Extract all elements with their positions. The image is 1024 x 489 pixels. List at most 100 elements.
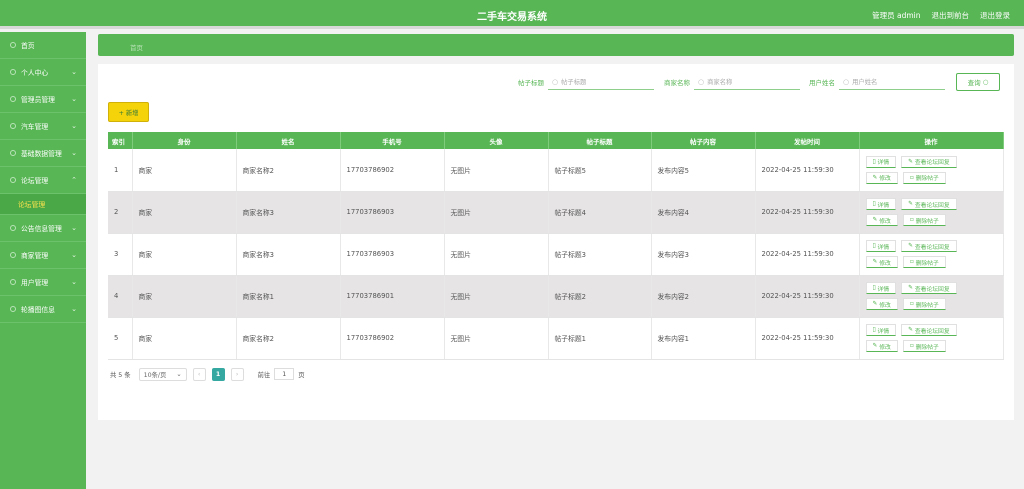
table-cell: 商家: [132, 149, 237, 192]
sidebar-item-base-data[interactable]: 基础数据管理 ⌄: [0, 140, 86, 167]
query-button[interactable]: 查询 ○: [956, 73, 1000, 91]
search-icon: ○: [843, 77, 850, 86]
shop-icon: [10, 252, 16, 258]
sidebar-item-forum[interactable]: 论坛管理 ⌃: [0, 167, 86, 194]
sidebar-item-merchants[interactable]: 商家管理 ⌄: [0, 242, 86, 269]
sidebar-item-notices[interactable]: 公告信息管理 ⌄: [0, 215, 86, 242]
table-cell: 2022-04-25 11:59:30: [755, 233, 860, 276]
table-cell: 17703786902: [340, 317, 445, 360]
sidebar-item-cars[interactable]: 汽车管理 ⌄: [0, 113, 86, 140]
table-cell: 17703786902: [340, 149, 445, 192]
detail-button[interactable]: ▯ 详情: [865, 155, 897, 168]
view-replies-button[interactable]: ✎ 查看论坛回复: [901, 155, 957, 168]
chevron-down-icon: ⌄: [176, 370, 182, 378]
table-cell: 商家: [132, 317, 237, 360]
sidebar: 首页 个人中心 ⌄ 管理员管理 ⌄ 汽车管理 ⌄ 基础数据管理 ⌄ 论坛管理 ⌃ 论坛管理…: [0, 32, 86, 489]
post-title-input[interactable]: ○ 帖子标题: [548, 74, 654, 90]
sidebar-item-label: 论坛管理: [21, 177, 49, 185]
delete-post-button[interactable]: ▫ 删除帖子: [902, 256, 946, 268]
delete-post-button[interactable]: ▫ 删除帖子: [902, 214, 946, 226]
username-placeholder: 用户姓名: [852, 79, 878, 86]
action-row: ▯ 详情 ✎ 查看论坛回复: [865, 240, 1003, 252]
detail-button[interactable]: ▯ 详情: [865, 198, 897, 210]
table-row: 5 商家 商家名称2 17703786902 无图片 帖子标题1 发布内容1 2022-04-…: [108, 317, 1004, 360]
sidebar-item-label: 汽车管理: [21, 123, 49, 131]
goto-suffix: 页: [298, 371, 305, 379]
edit-icon: ✎: [908, 201, 915, 207]
edit-icon: ✎: [908, 285, 915, 291]
table-cell: 17703786903: [340, 191, 445, 234]
detail-label: 详情: [877, 244, 890, 251]
sidebar-item-label: 个人中心: [21, 69, 49, 77]
edit-button[interactable]: ✎ 修改: [865, 340, 898, 352]
add-button[interactable]: + 新增: [108, 102, 149, 122]
chevron-down-icon: ⌄: [71, 224, 77, 232]
logout-link[interactable]: 退出登录: [980, 10, 1010, 21]
table-cell: 商家: [132, 233, 237, 276]
content-panel: 帖子标题 ○ 帖子标题 商家名称 ○ 商家名称 用户姓名 ○ 用户姓名 查询 ○ + …: [98, 64, 1014, 420]
edit-icon: ✎: [872, 259, 880, 265]
delete-post-button[interactable]: ▫ 删除帖子: [902, 171, 946, 184]
edit-label: 修改: [879, 260, 891, 267]
username-input[interactable]: ○ 用户姓名: [839, 74, 945, 90]
merchant-label: 商家名称: [664, 79, 690, 87]
delete-post-button[interactable]: ▫ 删除帖子: [902, 298, 946, 310]
header-actions: 管理员 admin 退出到前台 退出登录: [872, 10, 1010, 21]
to-front-link[interactable]: 退出到前台: [932, 10, 970, 21]
edit-button[interactable]: ✎ 修改: [865, 256, 898, 268]
view-replies-button[interactable]: ✎ 查看论坛回复: [901, 240, 957, 252]
action-row: ▯ 详情 ✎ 查看论坛回复: [865, 282, 1003, 294]
edit-icon: ✎: [872, 301, 880, 307]
detail-button[interactable]: ▯ 详情: [865, 282, 897, 294]
action-row: ▯ 详情 ✎ 查看论坛回复: [865, 198, 1003, 210]
edit-button[interactable]: ✎ 修改: [865, 171, 898, 184]
view-replies-button[interactable]: ✎ 查看论坛回复: [901, 282, 957, 294]
breadcrumb-home[interactable]: 首页: [130, 42, 143, 52]
table-row: 3 商家 商家名称3 17703786903 无图片 帖子标题3 发布内容3 2022-04-…: [108, 233, 1004, 276]
column-header: 身份: [132, 132, 237, 149]
delete-post-button[interactable]: ▫ 删除帖子: [902, 340, 946, 352]
view-replies-button[interactable]: ✎ 查看论坛回复: [901, 324, 957, 336]
next-page-button[interactable]: ›: [230, 367, 244, 381]
page-number-current[interactable]: 1: [211, 367, 225, 381]
sidebar-subitem-forum-manage[interactable]: 论坛管理: [0, 194, 86, 215]
chevron-down-icon: ⌄: [71, 149, 77, 157]
query-label: 查询: [967, 79, 981, 87]
sidebar-item-admins[interactable]: 管理员管理 ⌄: [0, 86, 86, 113]
edit-label: 修改: [879, 302, 891, 309]
table-cell: 3: [108, 233, 133, 276]
detail-button[interactable]: ▯ 详情: [865, 240, 897, 252]
total-count: 共 5 条: [110, 371, 131, 379]
sidebar-item-profile[interactable]: 个人中心 ⌄: [0, 59, 86, 86]
row-actions: ▯ 详情 ✎ 查看论坛回复 ✎ 修改 ▫ 删除帖子: [865, 324, 1003, 352]
action-row: ✎ 修改 ▫ 删除帖子: [865, 340, 1003, 352]
sidebar-item-carousel[interactable]: 轮播图信息 ⌄: [0, 296, 86, 323]
action-row: ✎ 修改 ▫ 删除帖子: [865, 214, 1003, 226]
search-field-username: 用户姓名 ○ 用户姓名: [809, 74, 945, 90]
goto-page-input[interactable]: 1: [274, 368, 295, 380]
table-cell: 帖子标题3: [548, 233, 652, 276]
chevron-down-icon: ⌄: [71, 305, 77, 313]
table-cell: 2022-04-25 11:59:30: [755, 191, 860, 234]
row-actions: ▯ 详情 ✎ 查看论坛回复 ✎ 修改 ▫ 删除帖子: [865, 240, 1003, 268]
merchant-placeholder: 商家名称: [707, 79, 733, 86]
detail-button[interactable]: ▯ 详情: [865, 324, 897, 336]
admin-icon: [10, 96, 16, 102]
top-bar: 二手车交易系统 管理员 admin 退出到前台 退出登录: [0, 0, 1024, 29]
sidebar-item-home[interactable]: 首页: [0, 32, 86, 59]
search-icon: ○: [552, 77, 559, 86]
row-actions: ▯ 详情 ✎ 查看论坛回复 ✎ 修改 ▫ 删除帖子: [865, 282, 1003, 310]
view-replies-button[interactable]: ✎ 查看论坛回复: [901, 198, 957, 210]
home-icon: [10, 42, 16, 48]
table-cell: 商家名称3: [236, 191, 341, 234]
post-title-placeholder: 帖子标题: [561, 79, 587, 86]
edit-button[interactable]: ✎ 修改: [865, 298, 898, 310]
prev-page-button[interactable]: ‹: [192, 367, 206, 381]
page-size-select[interactable]: 10条/页 ⌄: [138, 367, 187, 381]
edit-label: 修改: [879, 344, 891, 351]
sidebar-item-label: 基础数据管理: [21, 150, 62, 158]
edit-button[interactable]: ✎ 修改: [865, 214, 898, 226]
table-cell: 无图片: [444, 317, 549, 360]
sidebar-item-users[interactable]: 用户管理 ⌄: [0, 269, 86, 296]
merchant-input[interactable]: ○ 商家名称: [694, 74, 800, 90]
